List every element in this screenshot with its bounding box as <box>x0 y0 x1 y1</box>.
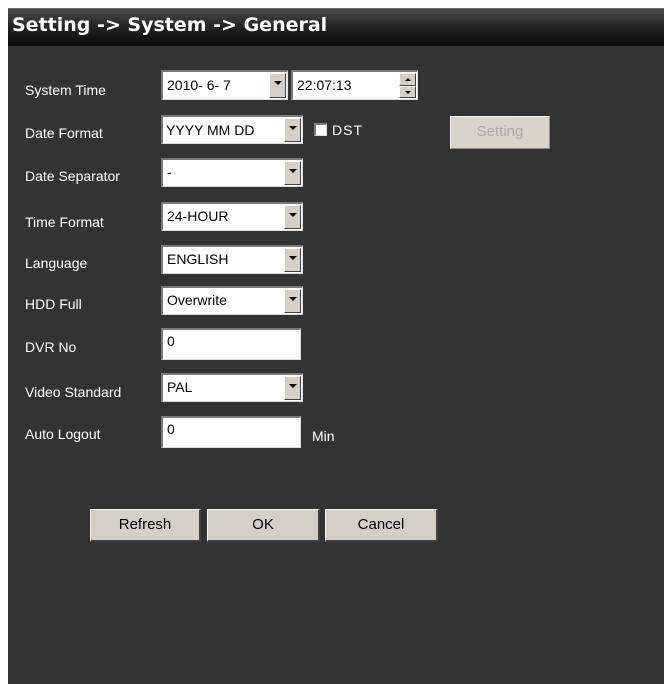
dvr-no-label: DVR No <box>25 339 77 355</box>
dst-label: DST <box>332 122 363 138</box>
general-settings-window: Setting -> System -> General System Time… <box>8 8 664 684</box>
video-standard-value: PAL <box>167 379 193 395</box>
hdd-full-dropdown[interactable]: Overwrite <box>161 286 303 315</box>
date-format-dropdown[interactable]: YYYY MM DD <box>161 115 303 144</box>
date-separator-value: - <box>167 164 172 180</box>
title-bar: Setting -> System -> General <box>8 8 664 46</box>
system-time-label: System Time <box>25 82 106 98</box>
ok-button[interactable]: OK <box>207 509 320 542</box>
date-format-label: Date Format <box>25 125 103 141</box>
language-value: ENGLISH <box>167 251 229 267</box>
auto-logout-value: 0 <box>167 421 175 437</box>
dst-checkbox[interactable] <box>314 123 327 136</box>
hdd-full-value: Overwrite <box>167 292 227 308</box>
auto-logout-input[interactable]: 0 <box>161 416 301 448</box>
dvr-no-input[interactable]: 0 <box>161 328 301 360</box>
date-separator-dropdown[interactable]: - <box>161 158 303 187</box>
time-format-label: Time Format <box>25 214 104 230</box>
chevron-down-icon[interactable] <box>284 205 301 229</box>
system-time-stepper[interactable]: 22:07:13 <box>291 70 418 100</box>
dvr-no-value: 0 <box>167 333 175 349</box>
dst-setting-button[interactable]: Setting <box>450 116 550 149</box>
chevron-down-icon[interactable] <box>284 118 301 142</box>
ok-button-label: OK <box>252 516 274 533</box>
date-format-value: YYYY MM DD <box>166 122 255 138</box>
video-standard-label: Video Standard <box>25 384 122 400</box>
chevron-down-icon[interactable] <box>284 376 301 400</box>
system-time-value: 22:07:13 <box>297 77 352 93</box>
dst-setting-button-label: Setting <box>476 123 524 140</box>
auto-logout-unit: Min <box>312 428 335 444</box>
language-label: Language <box>25 255 88 271</box>
system-date-dropdown[interactable]: 2010- 6- 7 <box>161 70 288 100</box>
auto-logout-label: Auto Logout <box>25 426 101 442</box>
cancel-button-label: Cancel <box>357 516 405 533</box>
increment-arrow-icon[interactable] <box>399 73 416 86</box>
video-standard-dropdown[interactable]: PAL <box>161 373 303 402</box>
date-separator-label: Date Separator <box>25 168 120 184</box>
refresh-button[interactable]: Refresh <box>90 509 201 542</box>
window-title: Setting -> System -> General <box>12 14 328 36</box>
time-format-value: 24-HOUR <box>167 208 229 224</box>
hdd-full-label: HDD Full <box>25 296 82 312</box>
chevron-down-icon[interactable] <box>284 289 301 313</box>
chevron-down-icon[interactable] <box>284 161 301 185</box>
system-date-value: 2010- 6- 7 <box>167 77 231 93</box>
chevron-down-icon[interactable] <box>269 73 286 98</box>
cancel-button[interactable]: Cancel <box>325 509 438 542</box>
refresh-button-label: Refresh <box>118 516 172 533</box>
time-format-dropdown[interactable]: 24-HOUR <box>161 202 303 231</box>
chevron-down-icon[interactable] <box>284 248 301 272</box>
time-spinner <box>399 73 416 98</box>
language-dropdown[interactable]: ENGLISH <box>161 245 303 274</box>
decrement-arrow-icon[interactable] <box>399 85 416 98</box>
